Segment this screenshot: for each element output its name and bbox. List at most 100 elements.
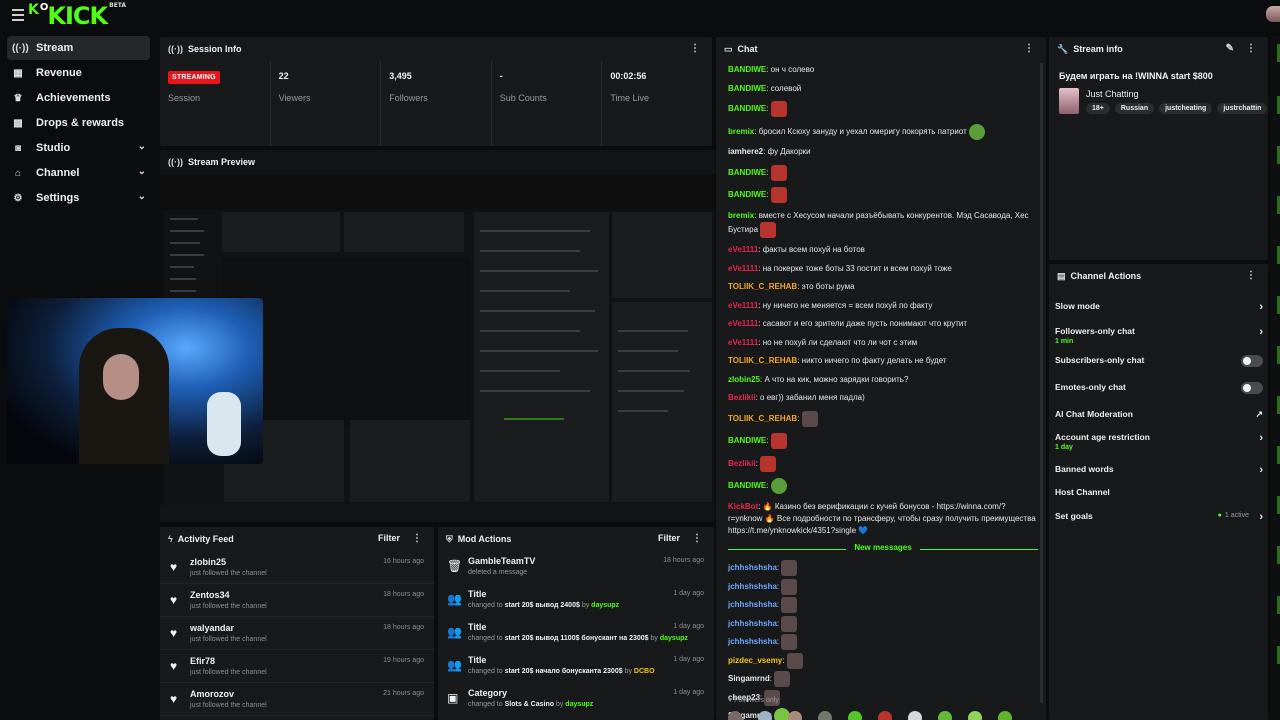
kick-logo[interactable]: K OKICK BETA [28, 2, 126, 30]
chat-username[interactable]: bremix [728, 211, 754, 220]
filter-button[interactable]: Filter [378, 533, 400, 543]
chat-message[interactable]: BANDIWE: [728, 164, 1038, 181]
channel-action-followers-only-chat[interactable]: Followers-only chat 1 min › [1055, 326, 1263, 345]
new-messages-divider[interactable]: New messages [728, 543, 1038, 552]
edit-icon[interactable]: ✎ [1226, 43, 1234, 54]
chat-message[interactable]: TOLIIK_C_REHAB: это боты рума [728, 281, 1038, 293]
stream-category[interactable]: Just Chatting [1086, 89, 1139, 99]
chat-username[interactable]: jchhshshsha [728, 619, 777, 628]
chat-message[interactable]: jchhshshsha: [728, 578, 1038, 595]
activity-item[interactable]: ♥ zlobin25 just followed the channel 16 hou… [160, 551, 434, 584]
chat-username[interactable]: BANDIWE [728, 190, 766, 199]
chat-username[interactable]: jchhshshsha [728, 637, 777, 646]
emote-bar[interactable] [728, 711, 1012, 720]
channel-action-set-goals[interactable]: Set goals › 1 active [1055, 511, 1263, 523]
chat-message[interactable]: eVe1111: но не похуй ли сделают что ли ч… [728, 337, 1038, 349]
emote-icon[interactable] [938, 711, 952, 720]
toggle-switch[interactable] [1241, 382, 1263, 394]
external-link-icon[interactable]: ↗ [1255, 409, 1263, 420]
chat-username[interactable]: eVe1111 [728, 264, 758, 273]
chat-messages[interactable]: BANDIWE: он ч солево BANDIWE: солевой BAND… [716, 61, 1046, 720]
mod-action-user[interactable]: daysupz [660, 635, 688, 642]
chat-message[interactable]: eVe1111: факты всем похуй на ботов [728, 244, 1038, 256]
chat-message[interactable]: jchhshshsha: [728, 560, 1038, 576]
mod-action-user[interactable]: daysupz [591, 602, 619, 609]
emote-icon[interactable] [788, 711, 802, 720]
chat-username[interactable]: iamhere2 [728, 147, 763, 156]
chat-username[interactable]: bremix [728, 127, 754, 136]
chat-message[interactable]: Singamrnd: [728, 671, 1038, 687]
chat-username[interactable]: eVe1111 [728, 245, 758, 254]
channel-action-subscribers-only-chat[interactable]: Subscribers-only chat [1055, 355, 1263, 367]
channel-action-slow-mode[interactable]: Slow mode › [1055, 301, 1263, 313]
chat-message[interactable]: Bezlikii: о евг)) забанил меня падла) [728, 392, 1038, 404]
menu-icon[interactable] [12, 9, 24, 21]
chevron-right-icon[interactable]: › [1259, 464, 1263, 476]
sidebar-item-drops[interactable]: ▩ Drops & rewards [7, 111, 150, 135]
sidebar-item-channel[interactable]: ⌂ Channel ⌄ [7, 161, 150, 185]
chat-username[interactable]: eVe1111 [728, 301, 758, 310]
sidebar-item-achievements[interactable]: ♛ Achievements [7, 86, 150, 110]
chevron-right-icon[interactable]: › [1259, 511, 1263, 523]
mod-action-item[interactable]: 👥 Title changed to start 20$ вывод 1100$ б… [438, 617, 714, 650]
mod-action-item[interactable]: 🗑 GambleTeamTV deleted a message 18 hours a… [438, 551, 714, 584]
activity-item[interactable]: ♥ Zentos34 just followed the channel 18 hou… [160, 584, 434, 617]
chat-message[interactable]: BANDIWE: он ч солево [728, 64, 1038, 76]
chat-username[interactable]: Bezlikii [728, 393, 756, 402]
chat-username[interactable]: jchhshshsha [728, 600, 777, 609]
chat-message[interactable]: BANDIWE: [728, 101, 1038, 117]
chat-message[interactable]: Bezlikii: [728, 455, 1038, 472]
chat-username[interactable]: KickBot [728, 502, 758, 511]
chat-username[interactable]: eVe1111 [728, 319, 758, 328]
mod-action-item[interactable]: ▣ Category changed to Slots & Casino by da… [438, 683, 714, 716]
chevron-right-icon[interactable]: › [1259, 301, 1263, 313]
emote-icon[interactable] [848, 711, 862, 720]
chat-username[interactable]: jchhshshsha [728, 563, 777, 572]
sidebar-item-stream[interactable]: ((·)) Stream [7, 36, 150, 60]
chevron-down-icon[interactable]: ⌄ [138, 191, 146, 202]
more-options-icon[interactable]: ⋮ [1246, 43, 1256, 54]
activity-item[interactable]: ♥ walyandar just followed the channel 18 ho… [160, 617, 434, 650]
stream-tag[interactable]: 18+ [1086, 103, 1110, 114]
chat-message[interactable]: KickBot: 🔥 Казино без верификации с куче… [728, 501, 1038, 537]
chat-username[interactable]: zlobin25 [728, 375, 760, 384]
stream-tag[interactable]: justrchattin [1217, 103, 1268, 114]
channel-action-emotes-only-chat[interactable]: Emotes-only chat [1055, 382, 1263, 394]
user-avatar[interactable] [1266, 6, 1280, 22]
channel-action-account-age-restriction[interactable]: Account age restriction 1 day › [1055, 432, 1263, 451]
chat-scrollbar[interactable] [1040, 63, 1043, 703]
chat-username[interactable]: jchhshshsha [728, 582, 777, 591]
emote-icon[interactable] [908, 711, 922, 720]
chat-username[interactable]: BANDIWE [728, 481, 766, 490]
activity-item[interactable]: ♥ Amorozov just followed the channel 21 hou… [160, 683, 434, 716]
filter-button[interactable]: Filter [658, 533, 680, 543]
more-options-icon[interactable]: ⋮ [1024, 43, 1034, 54]
chat-username[interactable]: eVe1111 [728, 338, 758, 347]
chat-message[interactable]: eVe1111: на покерке тоже боты 33 постит … [728, 263, 1038, 275]
activity-item[interactable]: ♥ Efir78 just followed the channel 19 hours… [160, 650, 434, 683]
chat-username[interactable]: TOLIIK_C_REHAB [728, 282, 797, 291]
more-options-icon[interactable]: ⋮ [690, 43, 700, 54]
chat-username[interactable]: TOLIIK_C_REHAB [728, 356, 797, 365]
chat-username[interactable]: BANDIWE [728, 436, 766, 445]
channel-action-host-channel[interactable]: Host Channel [1055, 487, 1263, 497]
chevron-down-icon[interactable]: ⌄ [138, 166, 146, 177]
chat-username[interactable]: TOLIIK_C_REHAB [728, 414, 797, 423]
chat-message[interactable]: eVe1111: сасавот и его зрители даже пуст… [728, 318, 1038, 330]
stream-tag[interactable]: Russian [1114, 103, 1155, 114]
channel-action-ai-chat-moderation[interactable]: AI Chat Moderation ↗ [1055, 409, 1263, 419]
chat-message[interactable]: TOLIIK_C_REHAB: [728, 410, 1038, 427]
mod-action-user[interactable]: daysupz [565, 701, 593, 708]
chat-username[interactable]: Singamrnd [728, 674, 770, 683]
chat-message[interactable]: eVe1111: ну ничего не меняется = всем по… [728, 300, 1038, 312]
stream-tag[interactable]: justcheating [1159, 103, 1213, 114]
emote-icon[interactable] [968, 711, 982, 720]
emote-icon[interactable] [818, 711, 832, 720]
chat-username[interactable]: BANDIWE [728, 104, 766, 113]
chat-message[interactable]: bremix: бросил Ксюху зануду и уехал омер… [728, 123, 1038, 140]
chevron-down-icon[interactable]: ⌄ [138, 141, 146, 152]
mod-action-item[interactable]: 👥 Title changed to start 20$ вывод 2400$ b… [438, 584, 714, 617]
chat-message[interactable]: bremix: вместе с Хесусом начали разъёбыв… [728, 210, 1038, 238]
chat-message[interactable]: BANDIWE: [728, 433, 1038, 449]
chat-username[interactable]: BANDIWE [728, 65, 766, 74]
